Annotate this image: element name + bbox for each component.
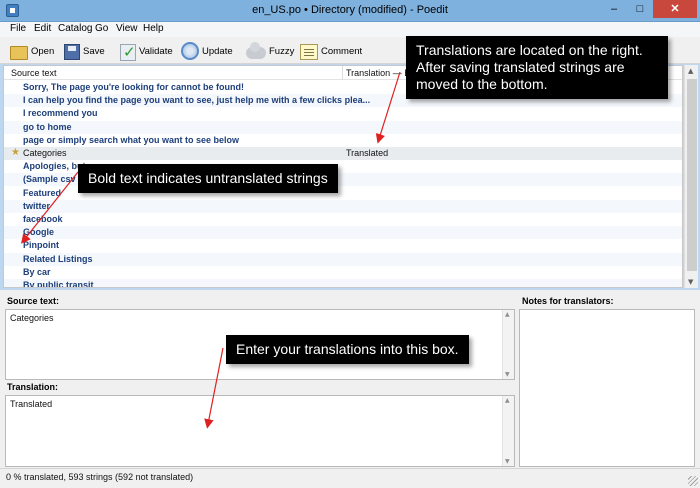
update-button[interactable]: Update	[181, 40, 233, 62]
row-source-text: facebook	[23, 214, 63, 224]
open-label: Open	[31, 45, 55, 57]
table-row[interactable]: By car	[4, 266, 682, 279]
row-source-text: twitter	[23, 200, 50, 211]
table-row[interactable]: By public transit	[4, 279, 682, 288]
checkmark-icon	[120, 43, 136, 61]
row-source-text: Featured	[23, 187, 62, 198]
row-source-text: I recommend you	[23, 108, 98, 119]
save-button[interactable]: Save	[64, 40, 105, 62]
window-title: en_US.po • Directory (modified) - Poedit	[252, 4, 448, 16]
menu-view[interactable]: View	[116, 23, 138, 34]
column-header-source[interactable]: Source text	[11, 68, 57, 78]
scroll-down-arrow-icon[interactable]: ▼	[688, 278, 693, 286]
note-icon	[300, 44, 318, 60]
menu-file[interactable]: File	[10, 23, 26, 34]
translation-input[interactable]: Translated ▲ ▼	[5, 395, 515, 467]
update-label: Update	[202, 45, 233, 57]
table-row[interactable]: twitter	[4, 199, 682, 213]
row-source-text: By car	[23, 266, 51, 277]
row-source-text: go to home	[23, 121, 72, 132]
scroll-thumb[interactable]	[687, 79, 697, 271]
callout-bold-untranslated: Bold text indicates untranslated strings	[78, 164, 338, 193]
source-box-scrollbar[interactable]: ▲ ▼	[502, 310, 514, 379]
status-bar: 0 % translated, 593 strings (592 not tra…	[0, 468, 700, 488]
callout-translations-right: Translations are located on the right. A…	[406, 36, 668, 99]
maximize-button[interactable]: □	[627, 0, 653, 18]
minimize-button[interactable]: –	[601, 0, 627, 18]
row-source-text: (Sample csv fi	[23, 174, 84, 185]
row-source-text: Google	[23, 227, 54, 238]
menu-catalog[interactable]: Catalog	[58, 23, 92, 34]
row-translation-text: Translated	[346, 148, 389, 158]
save-label: Save	[83, 45, 105, 57]
cloud-icon	[246, 41, 266, 59]
source-text-label: Source text:	[7, 296, 60, 306]
callout-enter-translations: Enter your translations into this box.	[226, 335, 469, 364]
menu-bar: File Edit Catalog Go View Help	[0, 22, 700, 37]
title-bar: en_US.po • Directory (modified) - Poedit…	[0, 0, 700, 22]
source-text-value: Categories	[10, 313, 54, 323]
table-row[interactable]: page or simply search what you want to s…	[4, 134, 682, 147]
table-row[interactable]: I recommend you	[4, 107, 682, 120]
scroll-up-arrow-icon[interactable]: ▲	[688, 67, 693, 75]
star-icon: ★	[11, 147, 20, 158]
list-scrollbar[interactable]: ▲ ▼	[684, 65, 698, 288]
menu-go[interactable]: Go	[95, 23, 108, 34]
menu-edit[interactable]: Edit	[34, 23, 51, 34]
fuzzy-label: Fuzzy	[269, 45, 295, 57]
notes-box[interactable]	[519, 309, 695, 467]
table-row[interactable]: Google	[4, 226, 682, 240]
row-source-text: Sorry, The page you're looking for canno…	[23, 82, 244, 92]
table-row[interactable]: Related Listings	[4, 252, 682, 266]
resize-grip-icon[interactable]	[688, 476, 698, 486]
row-source-text: Related Listings	[23, 253, 93, 264]
translation-box-scrollbar[interactable]: ▲ ▼	[502, 396, 514, 466]
table-row[interactable]: ★ Categories Translated	[4, 147, 682, 160]
column-header-translation[interactable]: Translation — E	[346, 68, 410, 78]
table-row[interactable]: go to home	[4, 120, 682, 134]
row-source-text: I can help you find the page you want to…	[23, 95, 371, 106]
status-text: 0 % translated, 593 strings (592 not tra…	[6, 472, 194, 482]
translation-value: Translated	[10, 399, 53, 409]
globe-update-icon	[181, 42, 199, 60]
editor-panel: Source text: Categories ▲ ▼ Translation: …	[0, 290, 700, 468]
validate-label: Validate	[139, 45, 173, 57]
floppy-disk-icon	[64, 44, 80, 60]
row-source-text: Apologies, but	[23, 161, 86, 172]
table-row[interactable]: facebook	[4, 213, 682, 226]
comment-button[interactable]: Comment	[300, 40, 362, 62]
notes-label: Notes for translators:	[522, 296, 614, 306]
open-button[interactable]: Open	[10, 40, 54, 62]
table-row[interactable]: Pinpoint	[4, 239, 682, 252]
folder-icon	[10, 46, 28, 60]
row-source-text: page or simply search what you want to s…	[23, 134, 240, 145]
translation-label: Translation:	[7, 382, 59, 392]
column-divider[interactable]	[342, 66, 343, 80]
row-source-text: Pinpoint	[23, 240, 59, 251]
row-source-text: By public transit	[23, 280, 94, 288]
validate-button[interactable]: Validate	[120, 40, 173, 62]
close-button[interactable]: ✕	[653, 0, 697, 18]
row-source-text: Categories	[23, 148, 67, 158]
comment-label: Comment	[321, 45, 363, 57]
menu-help[interactable]: Help	[143, 23, 164, 34]
fuzzy-button[interactable]: Fuzzy	[246, 40, 294, 62]
